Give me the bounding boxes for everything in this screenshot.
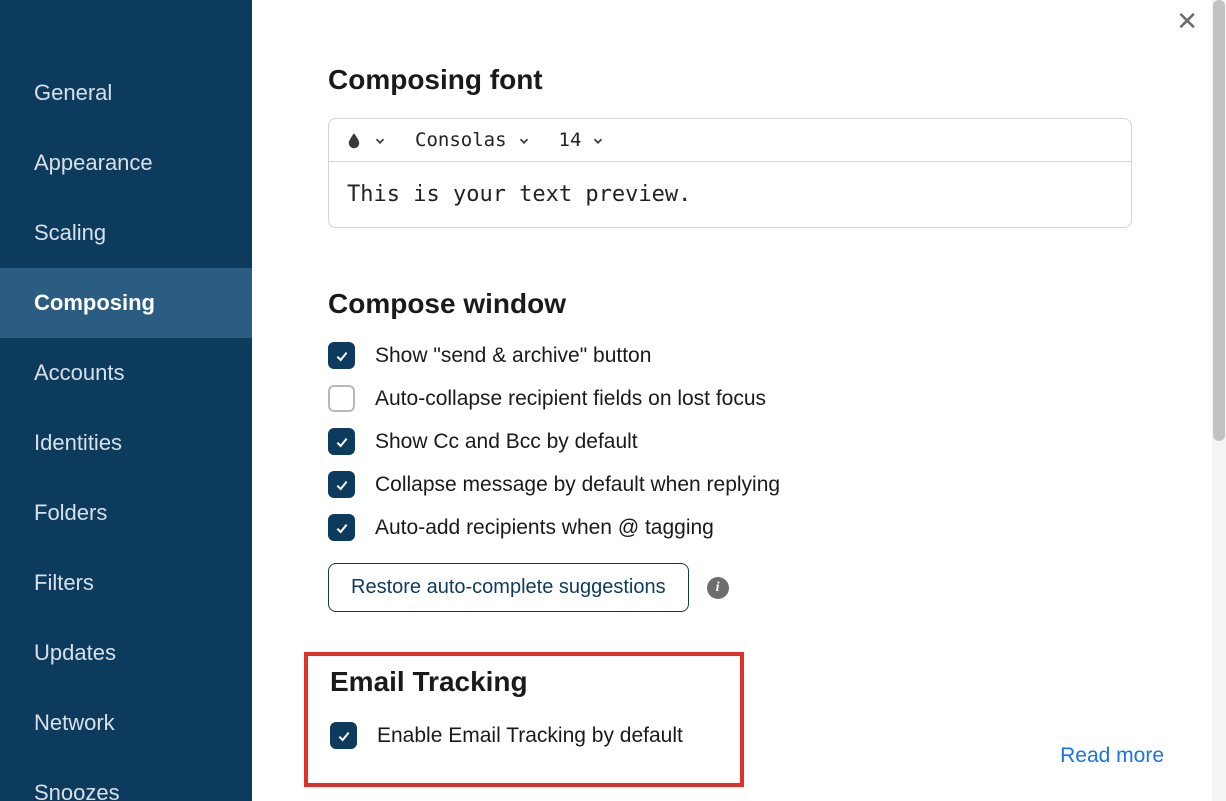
restore-autocomplete-button[interactable]: Restore auto-complete suggestions (328, 563, 689, 612)
color-drop-icon[interactable] (345, 129, 363, 151)
sidebar-item-snoozes[interactable]: Snoozes (0, 758, 252, 801)
font-preview-box: Consolas 14 This is your text preview. (328, 118, 1132, 228)
font-preview-text: This is your text preview. (329, 162, 1131, 227)
checkbox-label: Enable Email Tracking by default (377, 724, 683, 748)
font-toolbar: Consolas 14 (329, 119, 1131, 162)
checkbox-label: Auto-add recipients when @ tagging (375, 516, 714, 540)
sidebar-item-filters[interactable]: Filters (0, 548, 252, 618)
sidebar-item-general[interactable]: General (0, 58, 252, 128)
scrollbar-thumb[interactable] (1213, 0, 1225, 441)
option-auto-collapse: Auto-collapse recipient fields on lost f… (328, 385, 1226, 412)
chevron-down-icon[interactable] (517, 133, 531, 147)
checkbox[interactable] (328, 428, 355, 455)
checkbox[interactable] (328, 342, 355, 369)
option-auto-add-at-tag: Auto-add recipients when @ tagging (328, 514, 1226, 541)
sidebar-item-network[interactable]: Network (0, 688, 252, 758)
main-content: ✕ Composing font Consolas 14 This is y (252, 0, 1226, 801)
checkbox-label: Show Cc and Bcc by default (375, 430, 638, 454)
email-tracking-highlight: Email Tracking Enable Email Tracking by … (304, 652, 744, 787)
email-tracking-title: Email Tracking (330, 666, 718, 698)
restore-row: Restore auto-complete suggestions i (328, 563, 1226, 612)
chevron-down-icon[interactable] (373, 133, 387, 147)
checkbox[interactable] (328, 471, 355, 498)
option-collapse-reply: Collapse message by default when replyin… (328, 471, 1226, 498)
checkbox[interactable] (328, 514, 355, 541)
font-family-select[interactable]: Consolas (415, 129, 507, 151)
compose-window-title: Compose window (328, 288, 1226, 320)
sidebar-item-identities[interactable]: Identities (0, 408, 252, 478)
sidebar-item-scaling[interactable]: Scaling (0, 198, 252, 268)
chevron-down-icon[interactable] (591, 133, 605, 147)
sidebar-item-folders[interactable]: Folders (0, 478, 252, 548)
composing-font-title: Composing font (328, 64, 1226, 96)
sidebar-item-updates[interactable]: Updates (0, 618, 252, 688)
sidebar-item-appearance[interactable]: Appearance (0, 128, 252, 198)
sidebar-item-composing[interactable]: Composing (0, 268, 252, 338)
checkbox-label: Show "send & archive" button (375, 344, 651, 368)
option-enable-tracking: Enable Email Tracking by default (330, 722, 718, 749)
option-send-archive: Show "send & archive" button (328, 342, 1226, 369)
sidebar: General Appearance Scaling Composing Acc… (0, 0, 252, 801)
info-icon[interactable]: i (707, 577, 729, 599)
checkbox[interactable] (330, 722, 357, 749)
sidebar-item-accounts[interactable]: Accounts (0, 338, 252, 408)
read-more-link[interactable]: Read more (1060, 744, 1164, 768)
font-size-select[interactable]: 14 (559, 129, 582, 151)
checkbox-label: Collapse message by default when replyin… (375, 473, 780, 497)
checkbox-label: Auto-collapse recipient fields on lost f… (375, 387, 766, 411)
scrollbar-track[interactable] (1212, 0, 1226, 801)
option-cc-bcc: Show Cc and Bcc by default (328, 428, 1226, 455)
checkbox[interactable] (328, 385, 355, 412)
close-icon[interactable]: ✕ (1176, 8, 1198, 34)
